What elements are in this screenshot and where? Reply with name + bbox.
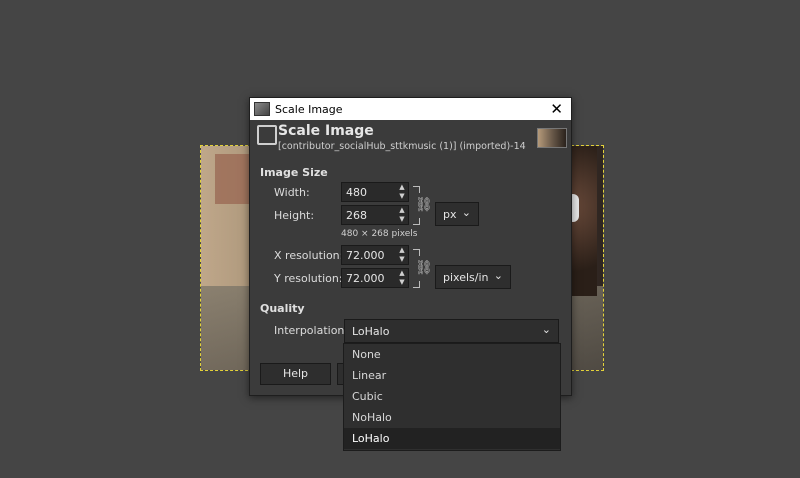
x-resolution-spinbox[interactable]: 72.000 ▲ ▼ bbox=[341, 245, 409, 265]
chain-bracket-bottom bbox=[413, 218, 420, 225]
height-value: 268 bbox=[346, 209, 367, 222]
interpolation-value: LoHalo bbox=[352, 325, 390, 338]
x-resolution-label: X resolution: bbox=[274, 249, 344, 262]
window-titlebar[interactable]: Scale Image ✕ bbox=[250, 98, 571, 120]
y-resolution-value: 72.000 bbox=[346, 272, 385, 285]
decrease-icon[interactable]: ▼ bbox=[396, 278, 408, 287]
interpolation-select[interactable]: LoHalo ⌄ bbox=[344, 319, 559, 343]
chain-bracket-top bbox=[413, 186, 420, 193]
pixel-dimensions-text: 480 × 268 pixels bbox=[341, 229, 418, 239]
x-resolution-stepper[interactable]: ▲ ▼ bbox=[396, 246, 408, 264]
height-label: Height: bbox=[274, 209, 315, 222]
increase-icon[interactable]: ▲ bbox=[396, 246, 408, 255]
increase-icon[interactable]: ▲ bbox=[396, 183, 408, 192]
interpolation-option-cubic[interactable]: Cubic bbox=[344, 386, 560, 407]
y-resolution-stepper[interactable]: ▲ ▼ bbox=[396, 269, 408, 287]
interpolation-option-none[interactable]: None bbox=[344, 344, 560, 365]
width-stepper[interactable]: ▲ ▼ bbox=[396, 183, 408, 201]
width-label: Width: bbox=[274, 186, 310, 199]
close-icon[interactable]: ✕ bbox=[550, 100, 563, 118]
chevron-down-icon: ⌄ bbox=[461, 206, 471, 219]
width-value: 480 bbox=[346, 186, 367, 199]
size-unit-value: px bbox=[443, 208, 457, 221]
resolution-chain-link[interactable]: ⛓ bbox=[413, 249, 433, 289]
chain-bracket-top bbox=[413, 249, 420, 256]
increase-icon[interactable]: ▲ bbox=[396, 269, 408, 278]
width-spinbox[interactable]: 480 ▲ ▼ bbox=[341, 182, 409, 202]
height-stepper[interactable]: ▲ ▼ bbox=[396, 206, 408, 224]
size-chain-link[interactable]: ⛓ bbox=[413, 186, 433, 226]
image-name-subtitle: [contributor_socialHub_sttkmusic (1)] (i… bbox=[278, 141, 526, 152]
y-resolution-label: Y resolution: bbox=[274, 272, 343, 285]
quality-heading: Quality bbox=[260, 302, 305, 315]
interpolation-label: Interpolation: bbox=[274, 324, 349, 337]
increase-icon[interactable]: ▲ bbox=[396, 206, 408, 215]
x-resolution-value: 72.000 bbox=[346, 249, 385, 262]
chain-link-icon[interactable]: ⛓ bbox=[415, 198, 433, 212]
size-unit-select[interactable]: px ⌄ bbox=[435, 202, 479, 226]
y-resolution-spinbox[interactable]: 72.000 ▲ ▼ bbox=[341, 268, 409, 288]
interpolation-option-lohalo[interactable]: LoHalo bbox=[344, 428, 560, 449]
window-title: Scale Image bbox=[275, 102, 343, 116]
height-spinbox[interactable]: 268 ▲ ▼ bbox=[341, 205, 409, 225]
resolution-unit-value: pixels/in bbox=[443, 271, 489, 284]
help-button[interactable]: Help bbox=[260, 363, 331, 385]
decrease-icon[interactable]: ▼ bbox=[396, 192, 408, 201]
interpolation-dropdown-list: None Linear Cubic NoHalo LoHalo bbox=[343, 343, 561, 451]
image-size-heading: Image Size bbox=[260, 166, 328, 179]
dialog-title: Scale Image bbox=[278, 123, 374, 139]
chevron-down-icon: ⌄ bbox=[493, 269, 503, 282]
chain-link-icon[interactable]: ⛓ bbox=[415, 261, 433, 275]
dialog-header: Scale Image [contributor_socialHub_sttkm… bbox=[250, 121, 571, 153]
image-thumbnail bbox=[537, 128, 567, 148]
chain-bracket-bottom bbox=[413, 281, 420, 288]
scale-image-icon bbox=[257, 125, 277, 145]
decrease-icon[interactable]: ▼ bbox=[396, 215, 408, 224]
resolution-unit-select[interactable]: pixels/in ⌄ bbox=[435, 265, 511, 289]
app-icon bbox=[254, 102, 270, 116]
interpolation-option-nohalo[interactable]: NoHalo bbox=[344, 407, 560, 428]
chevron-down-icon: ⌄ bbox=[541, 323, 551, 336]
interpolation-option-linear[interactable]: Linear bbox=[344, 365, 560, 386]
decrease-icon[interactable]: ▼ bbox=[396, 255, 408, 264]
